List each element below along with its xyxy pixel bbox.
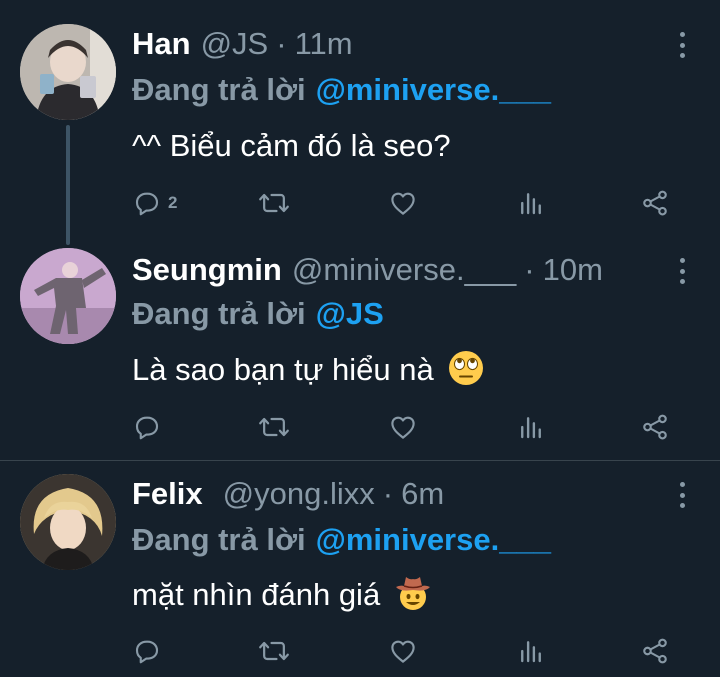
mention-link[interactable]: @JS — [316, 296, 384, 331]
timestamp[interactable]: 6m — [401, 474, 444, 514]
timestamp[interactable]: 11m — [295, 24, 353, 64]
timestamp[interactable]: 10m — [543, 250, 603, 290]
share-button[interactable] — [640, 634, 670, 668]
analytics-icon — [521, 641, 541, 663]
share-icon — [643, 638, 667, 664]
share-icon — [643, 414, 667, 440]
avatar-seungmin-image — [20, 248, 116, 344]
reply-context: Đang trả lời @miniverse.___ — [132, 70, 551, 110]
like-icon — [391, 192, 415, 215]
reply-icon — [135, 640, 159, 664]
mention-link[interactable]: @miniverse.___ — [316, 72, 551, 107]
reply-icon — [135, 416, 159, 440]
reply-context: Đang trả lời @JS — [132, 294, 384, 334]
tweet-header-han: Han @JS · 11m — [132, 24, 672, 64]
analytics-button[interactable] — [516, 186, 546, 220]
tweet-header-felix: Felix @yong.lixx · 6m — [132, 474, 672, 514]
tweet-text-content: Là sao bạn tự hiểu nà — [132, 352, 434, 387]
action-bar: 2 — [132, 186, 672, 220]
tweet-text-content: mặt nhìn đánh giá — [132, 577, 381, 612]
rolling-eyes-emoji — [449, 351, 484, 385]
separator-dot: · — [524, 252, 535, 287]
tweet-text: ^^ Biểu cảm đó là seo? — [132, 124, 451, 168]
separator-dot: · — [276, 26, 287, 61]
separator-dot: · — [382, 476, 394, 511]
reply-prefix: Đang trả lời — [132, 522, 306, 557]
display-name[interactable]: Han — [132, 24, 191, 64]
reply-prefix: Đang trả lời — [132, 72, 306, 107]
share-button[interactable] — [640, 410, 670, 444]
like-icon — [391, 640, 415, 663]
analytics-button[interactable] — [516, 634, 546, 668]
analytics-icon — [521, 193, 541, 215]
retweet-icon — [259, 641, 289, 661]
reply-button[interactable] — [132, 410, 162, 444]
analytics-button[interactable] — [516, 410, 546, 444]
retweet-button[interactable] — [258, 186, 290, 220]
display-name[interactable]: Felix — [132, 474, 203, 514]
tweet-text: Là sao bạn tự hiểu nà — [132, 348, 484, 392]
avatar-han[interactable] — [20, 24, 116, 120]
tweet-text-content: ^^ Biểu cảm đó là seo? — [132, 128, 451, 163]
reply-icon — [135, 192, 159, 216]
tweet-header-seungmin: Seungmin @miniverse.___ · 10m — [132, 250, 672, 290]
retweet-button[interactable] — [258, 634, 290, 668]
retweet-icon — [259, 417, 289, 437]
mention-link[interactable]: @miniverse.___ — [316, 522, 551, 557]
more-icon[interactable] — [678, 32, 686, 58]
share-icon — [643, 190, 667, 216]
avatar-felix[interactable] — [20, 474, 116, 570]
user-handle[interactable]: @miniverse.___ — [292, 250, 516, 290]
analytics-icon — [521, 417, 541, 439]
like-button[interactable] — [388, 634, 418, 668]
share-button[interactable] — [640, 186, 670, 220]
reply-context: Đang trả lời @miniverse.___ — [132, 520, 551, 560]
more-icon[interactable] — [678, 258, 686, 284]
like-button[interactable] — [388, 410, 418, 444]
display-name[interactable]: Seungmin — [132, 250, 282, 290]
thread-connector-line — [66, 125, 70, 245]
like-icon — [391, 416, 415, 439]
like-button[interactable] — [388, 186, 418, 220]
more-icon[interactable] — [678, 482, 686, 508]
tweet-text: mặt nhìn đánh giá — [132, 573, 431, 617]
reply-button[interactable]: 2 — [132, 186, 177, 220]
user-handle[interactable]: @JS — [201, 24, 269, 64]
reply-button[interactable] — [132, 634, 162, 668]
retweet-button[interactable] — [258, 410, 290, 444]
reply-count: 2 — [168, 193, 178, 212]
avatar-han-image — [20, 24, 116, 120]
cowboy-hat-face-emoji — [395, 577, 430, 610]
tweet-divider — [0, 460, 720, 461]
avatar-seungmin[interactable] — [20, 248, 116, 344]
reply-prefix: Đang trả lời — [132, 296, 306, 331]
user-handle[interactable]: @yong.lixx — [223, 474, 375, 514]
retweet-icon — [259, 193, 289, 213]
action-bar — [132, 410, 672, 444]
avatar-felix-image — [20, 474, 116, 570]
action-bar — [132, 634, 672, 668]
